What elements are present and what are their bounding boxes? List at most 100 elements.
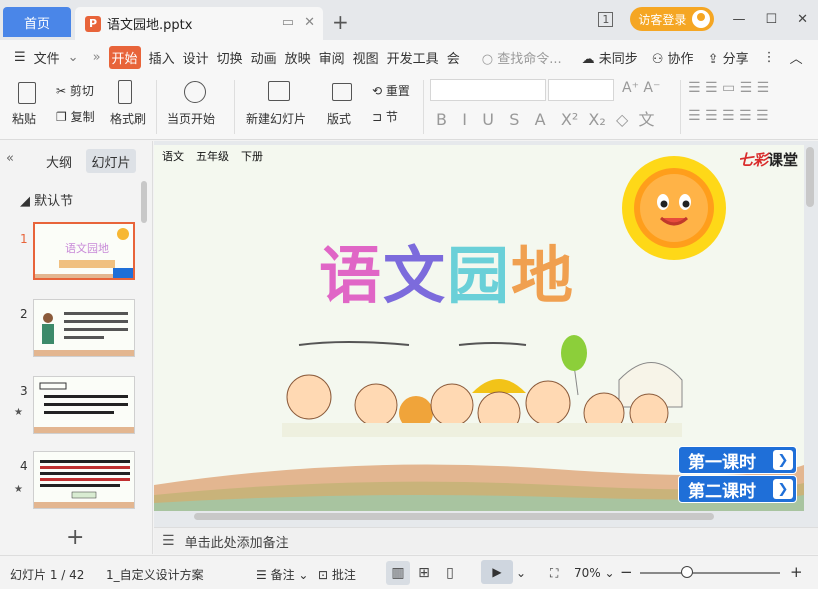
document-tab[interactable]: P 语文园地.pptx ▭ ✕ (75, 7, 323, 40)
clear-format-icon[interactable]: ◇ (616, 110, 628, 129)
menu-transition[interactable]: 切换 (217, 48, 243, 67)
file-menu[interactable]: 文件 (34, 48, 60, 67)
login-label: 访客登录 (638, 12, 687, 27)
arrow-right-icon: ❯ (773, 450, 793, 470)
menu-animation[interactable]: 动画 (251, 48, 277, 67)
font-color-icon[interactable]: A (535, 110, 546, 129)
menu-developer[interactable]: 开发工具 (387, 48, 439, 67)
chevron-down-icon[interactable]: ⌄ (68, 50, 79, 65)
new-slide-icon[interactable] (268, 81, 290, 104)
current-slide[interactable]: 语文 五年级 下册 七彩课堂 语文园地 第一课时 ❯ 第二课时 ❯ (154, 145, 804, 511)
menu-slideshow[interactable]: 放映 (285, 48, 311, 67)
lesson-two-button[interactable]: 第二课时 ❯ (678, 475, 797, 503)
reset-button[interactable]: ⟲ 重置 (372, 82, 410, 99)
play-button[interactable]: ▶ (481, 560, 513, 584)
sync-status[interactable]: ☁ 未同步 (582, 48, 638, 67)
section-button[interactable]: ⊐ 节 (372, 108, 398, 125)
sorter-view-icon[interactable]: ⊞ (412, 561, 436, 585)
copy-button[interactable]: ❐ 复制 (56, 108, 95, 125)
zoom-out-icon[interactable]: − (620, 563, 633, 581)
underline-icon[interactable]: U (482, 110, 494, 129)
search-input[interactable]: ○ 查找命令... (482, 48, 562, 67)
close-window-icon[interactable]: ✕ (797, 12, 808, 27)
align-icons[interactable]: ☰ ☰ ☰ ☰ ☰ (688, 108, 769, 124)
zoom-in-icon[interactable]: + (790, 563, 803, 581)
start-from-current-button[interactable]: 当页开始 (167, 110, 215, 127)
comments-button[interactable]: ⊡ 批注 (318, 566, 356, 583)
font-size-select[interactable] (548, 79, 614, 101)
zoom-level[interactable]: 70% ⌄ (574, 566, 615, 580)
monitor-icon[interactable]: ▭ (282, 15, 294, 30)
slide-thumbnail[interactable] (33, 451, 135, 509)
brush-icon[interactable] (118, 80, 132, 107)
arrow-right-icon: ❯ (773, 479, 793, 499)
horizontal-scrollbar[interactable] (194, 513, 714, 520)
search-icon: ○ (481, 51, 494, 67)
superscript-icon[interactable]: X² (561, 110, 578, 129)
layout-button[interactable]: 版式 (327, 110, 351, 127)
maximize-icon[interactable]: ☐ (765, 12, 777, 27)
slide-number: 2 (20, 307, 28, 321)
hamburger-icon[interactable]: ☰ (14, 50, 26, 65)
collapse-ribbon-icon[interactable]: ︿ (790, 48, 803, 67)
slide-header: 语文 五年级 下册 (162, 148, 263, 164)
tab-outline[interactable]: 大纲 (46, 152, 72, 171)
slide-thumbnail[interactable] (33, 299, 135, 357)
animation-star-icon: ★ (14, 484, 23, 495)
login-button[interactable]: 访客登录 (630, 7, 715, 31)
format-painter-button[interactable]: 格式刷 (110, 110, 146, 127)
new-tab-button[interactable]: + (332, 10, 349, 34)
normal-view-icon[interactable]: ▥ (386, 561, 410, 585)
phonetic-icon[interactable]: 文 (638, 110, 654, 129)
close-tab-icon[interactable]: ✕ (304, 15, 315, 30)
theme-name[interactable]: 1_自定义设计方案 (106, 566, 204, 583)
reading-view-icon[interactable]: ▯ (438, 561, 462, 585)
bold-icon[interactable]: B (436, 110, 447, 129)
vertical-scrollbar[interactable] (806, 147, 814, 207)
strikethrough-icon[interactable]: S (509, 110, 519, 129)
notes-pane[interactable]: ☰ 单击此处添加备注 (154, 527, 818, 554)
paste-button[interactable]: 粘贴 (12, 110, 36, 127)
share-button[interactable]: ⇪ 分享 (708, 48, 749, 67)
menu-member[interactable]: 会 (447, 48, 460, 67)
menu-insert[interactable]: 插入 (149, 48, 175, 67)
animation-star-icon: ★ (14, 407, 23, 418)
tab-slides[interactable]: 幻灯片 (86, 149, 136, 173)
lesson-one-button[interactable]: 第一课时 ❯ (678, 446, 797, 474)
subscript-icon[interactable]: X₂ (588, 110, 605, 129)
add-slide-button[interactable]: + (66, 525, 84, 550)
list-icons[interactable]: ☰ ☰ ▭ ☰ ☰ (688, 80, 769, 96)
collaborate-button[interactable]: ⚇ 协作 (652, 48, 694, 67)
page-badge[interactable]: 1 (598, 11, 614, 27)
play-circle-icon[interactable] (184, 81, 206, 106)
collapse-panel-icon[interactable]: « (6, 151, 14, 166)
section-header[interactable]: ◢ 默认节 (20, 190, 73, 209)
new-slide-button[interactable]: 新建幻灯片 (246, 110, 306, 127)
minimize-icon[interactable]: — (732, 12, 745, 27)
panel-scrollbar[interactable] (141, 181, 147, 223)
font-grow-icon[interactable]: A⁺ A⁻ (622, 80, 660, 96)
zoom-slider-handle[interactable] (681, 566, 693, 578)
menu-view[interactable]: 视图 (353, 48, 379, 67)
notes-toggle[interactable]: ☰ 备注 ⌄ (256, 566, 308, 583)
layout-icon[interactable] (332, 83, 352, 104)
slide-thumbnail[interactable]: 语文园地 (33, 222, 135, 280)
paste-icon[interactable] (18, 82, 36, 107)
zoom-slider[interactable] (640, 572, 780, 574)
home-tab[interactable]: 首页 (3, 7, 71, 37)
svg-text:语文园地: 语文园地 (65, 241, 109, 255)
menu-start[interactable]: 开始 (108, 45, 141, 69)
font-family-select[interactable] (430, 79, 546, 101)
menu-design[interactable]: 设计 (183, 48, 209, 67)
italic-icon[interactable]: I (462, 110, 467, 129)
section-icon: ⊐ (372, 110, 383, 124)
sun-icon (622, 156, 726, 260)
slide-number: 1 (20, 232, 28, 246)
cut-button[interactable]: ✂ 剪切 (56, 82, 94, 99)
more-options-icon[interactable]: ⋮ (763, 50, 776, 65)
more-icon[interactable]: » (93, 50, 101, 65)
slide-thumbnail[interactable] (33, 376, 135, 434)
menu-review[interactable]: 审阅 (319, 48, 345, 67)
fit-window-icon[interactable]: ⛶ (550, 566, 558, 581)
play-options-icon[interactable]: ⌄ (516, 566, 526, 580)
